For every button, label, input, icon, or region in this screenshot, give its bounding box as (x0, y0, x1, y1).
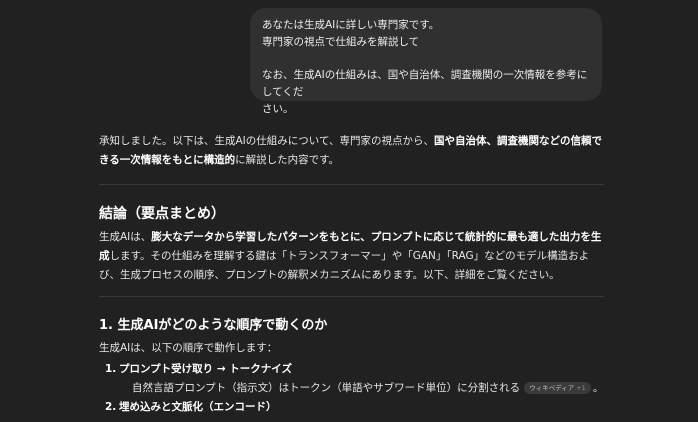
source-citation-badge[interactable]: ウィキペディア +1 (524, 382, 591, 394)
step-title: プロンプト受け取り → トークナイズ (119, 363, 292, 375)
conclusion-heading: 結論（要点まとめ） (99, 206, 225, 222)
section1-intro: 生成AIは、以下の順序で動作します： (99, 342, 278, 354)
user-message-line: さい。 (262, 103, 294, 115)
assistant-response: 承知しました。以下は、生成AIの仕組みについて、専門家の視点から、国や自治体、調… (99, 132, 604, 417)
user-message-line: 専門家の視点で仕組みを解説して (262, 36, 420, 48)
section1-heading: 1. 生成AIがどのような順序で動くのか (99, 318, 328, 333)
step-number: 2. (105, 401, 117, 413)
user-message-line: なお、生成AIの仕組みは、国や自治体、調査機関の一次情報を参考にしてくだ (262, 69, 588, 98)
step-description: 自然言語プロンプト（指示文）はトークン（単語やサブワード単位）に分割される ウィキ… (132, 382, 604, 394)
user-message-line: あなたは生成AIに詳しい専門家です。 (262, 19, 440, 31)
user-message-bubble: あなたは生成AIに詳しい専門家です。 専門家の視点で仕組みを解説して なお、生成… (250, 8, 602, 115)
step-number: 1. (105, 363, 117, 375)
steps-list: 1. プロンプト受け取り → トークナイズ 自然言語プロンプト（指示文）はトーク… (99, 360, 604, 417)
intro-paragraph: 承知しました。以下は、生成AIの仕組みについて、専門家の視点から、国や自治体、調… (99, 135, 602, 166)
conclusion-paragraph: 生成AIは、膨大なデータから学習したパターンをもとに、プロンプトに応じて統計的に… (99, 231, 602, 281)
list-item: 1. プロンプト受け取り → トークナイズ 自然言語プロンプト（指示文）はトーク… (99, 360, 604, 398)
chat-area: あなたは生成AIに詳しい専門家です。 専門家の視点で仕組みを解説して なお、生成… (0, 0, 698, 422)
list-item: 2. 埋め込みと文脈化（エンコード） (99, 398, 604, 417)
step-title: 埋め込みと文脈化（エンコード） (119, 401, 277, 413)
